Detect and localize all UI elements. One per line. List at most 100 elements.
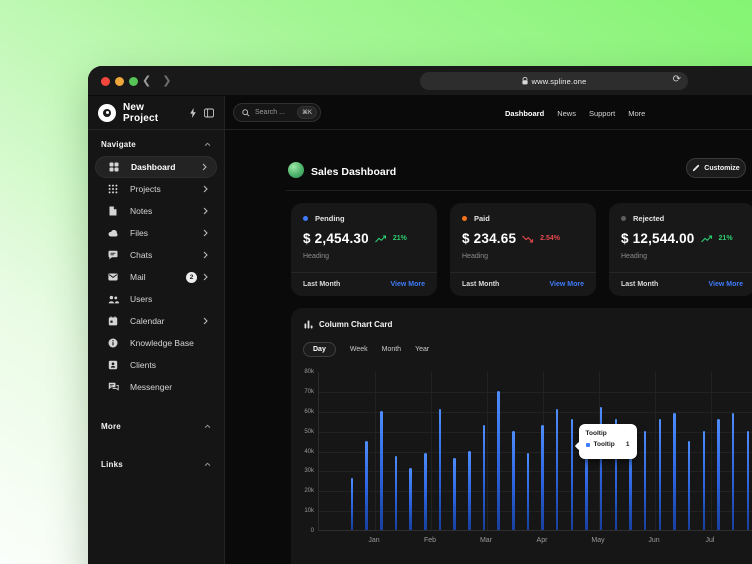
tab-day[interactable]: Day — [303, 342, 336, 357]
bar[interactable] — [394, 456, 398, 530]
sidebar-item-label: Mail — [130, 272, 146, 282]
top-nav-link-news[interactable]: News — [557, 109, 576, 118]
projects-icon — [108, 184, 119, 194]
tab-month[interactable]: Month — [382, 343, 401, 356]
desktop-background: { "browser": { "url": "www.spline.one", … — [0, 0, 752, 564]
maximize-window-button[interactable] — [129, 77, 138, 86]
stat-card-label: Rejected — [633, 214, 665, 223]
status-dot — [462, 216, 467, 221]
search-input[interactable]: Search ... ⌘K — [233, 103, 321, 122]
bar[interactable] — [424, 452, 427, 530]
view-more-link[interactable]: View More — [391, 281, 426, 288]
customize-button[interactable]: Customize — [686, 158, 746, 178]
bar[interactable] — [570, 418, 574, 530]
bar[interactable] — [409, 468, 412, 530]
sidebar-item-label: Calendar — [130, 316, 165, 326]
pencil-icon — [692, 164, 700, 172]
bar[interactable] — [468, 450, 471, 530]
stat-card-label: Pending — [315, 214, 345, 223]
sidebar-item-label: Files — [130, 228, 148, 238]
sidebar-item-label: Clients — [130, 360, 156, 370]
bar[interactable] — [453, 458, 456, 530]
status-dot — [621, 216, 626, 221]
bar[interactable] — [526, 452, 530, 530]
bar[interactable] — [673, 412, 676, 530]
x-axis-label: Mar — [479, 537, 493, 544]
view-more-link[interactable]: View More — [709, 281, 744, 288]
sidebar-item-mail[interactable]: Mail 2 — [95, 266, 217, 288]
bar[interactable] — [717, 418, 720, 530]
page-title: Sales Dashboard — [311, 166, 397, 178]
chart-card-title: Column Chart Card — [319, 320, 393, 329]
sidebar-item-users[interactable]: Users — [95, 288, 217, 310]
x-axis-label: May — [591, 537, 605, 544]
top-nav-link-more[interactable]: More — [628, 109, 645, 118]
sidebar-item-projects[interactable]: Projects — [95, 178, 217, 200]
address-bar[interactable]: www.spline.one ⟳ — [420, 72, 688, 90]
bar[interactable] — [380, 410, 383, 530]
minimize-window-button[interactable] — [115, 77, 124, 86]
section-more[interactable]: More — [88, 412, 224, 436]
sidebar-item-files[interactable]: Files — [95, 222, 217, 244]
sidebar-nav: Dashboard Projects Notes Files Chats Mail 2 Use… — [88, 154, 224, 398]
browser-window: ❮ ❯ www.spline.one ⟳ New Project Navigat… — [88, 66, 752, 564]
section-navigate[interactable]: Navigate — [88, 130, 224, 154]
bar[interactable] — [702, 430, 706, 530]
top-nav-link-support[interactable]: Support — [589, 109, 615, 118]
tab-year[interactable]: Year — [415, 343, 429, 356]
tab-week[interactable]: Week — [350, 343, 368, 356]
window-controls — [101, 77, 138, 86]
sidebar-item-label: Projects — [130, 184, 161, 194]
y-axis-label: 0 — [310, 528, 314, 534]
gridline — [655, 372, 656, 530]
reload-icon[interactable]: ⟳ — [673, 74, 681, 85]
bar[interactable] — [438, 408, 442, 530]
clients-icon — [108, 360, 119, 370]
bar[interactable] — [541, 424, 544, 530]
section-links[interactable]: Links — [88, 450, 224, 474]
collapse-sidebar-icon[interactable] — [204, 108, 214, 118]
sidebar-item-knowledge-base[interactable]: Knowledge Base — [95, 332, 217, 354]
sidebar-item-clients[interactable]: Clients — [95, 354, 217, 376]
mail-icon — [108, 273, 119, 281]
close-window-button[interactable] — [101, 77, 110, 86]
stat-card-value: $ 2,454.30 — [303, 231, 369, 246]
bar[interactable] — [643, 430, 647, 530]
footer-period-label: Last Month — [462, 281, 500, 288]
browser-forward-button[interactable]: ❯ — [162, 75, 171, 87]
sidebar-item-dashboard[interactable]: Dashboard — [95, 156, 217, 178]
y-axis-label: 20k — [304, 488, 314, 495]
bar[interactable] — [512, 430, 515, 530]
bar[interactable] — [746, 430, 750, 530]
stat-card-footer: Last Month View More — [291, 272, 437, 296]
bar[interactable] — [497, 390, 500, 530]
bar[interactable] — [350, 478, 354, 530]
sidebar-item-chats[interactable]: Chats — [95, 244, 217, 266]
sidebar-item-messenger[interactable]: Messenger — [95, 376, 217, 398]
trend-percent: 2.54% — [540, 235, 561, 242]
bar[interactable] — [687, 440, 691, 530]
bar[interactable] — [482, 424, 486, 530]
sidebar-item-notes[interactable]: Notes — [95, 200, 217, 222]
y-axis-label: 30k — [304, 468, 314, 475]
column-chart-card: Column Chart Card Day Week Month Year 80k 70… — [291, 308, 752, 564]
top-nav-link-dashboard[interactable]: Dashboard — [505, 109, 544, 118]
trend-up-icon — [374, 234, 387, 243]
gridline — [487, 372, 488, 530]
dashboard-page: Sales Dashboard Customize Pending $ 2,454… — [225, 130, 752, 564]
chart-period-tabs: Day Week Month Year — [303, 342, 429, 357]
tooltip-value: 1 — [625, 441, 630, 448]
bar[interactable] — [365, 440, 368, 530]
bolt-icon[interactable] — [189, 107, 197, 118]
sidebar-item-label: Notes — [130, 206, 153, 216]
browser-back-button[interactable]: ❮ — [142, 75, 151, 87]
stat-cards-row: Pending $ 2,454.30 21% Heading Last Month Vie… — [291, 203, 752, 296]
bar[interactable] — [658, 418, 662, 530]
sidebar-item-calendar[interactable]: Calendar — [95, 310, 217, 332]
tooltip-title: Tooltip — [585, 430, 607, 437]
sidebar-item-label: Dashboard — [131, 162, 176, 172]
chevron-up-icon — [204, 142, 211, 147]
y-axis-label: 10k — [304, 508, 314, 515]
view-more-link[interactable]: View More — [550, 281, 585, 288]
chevron-right-icon — [203, 273, 208, 281]
